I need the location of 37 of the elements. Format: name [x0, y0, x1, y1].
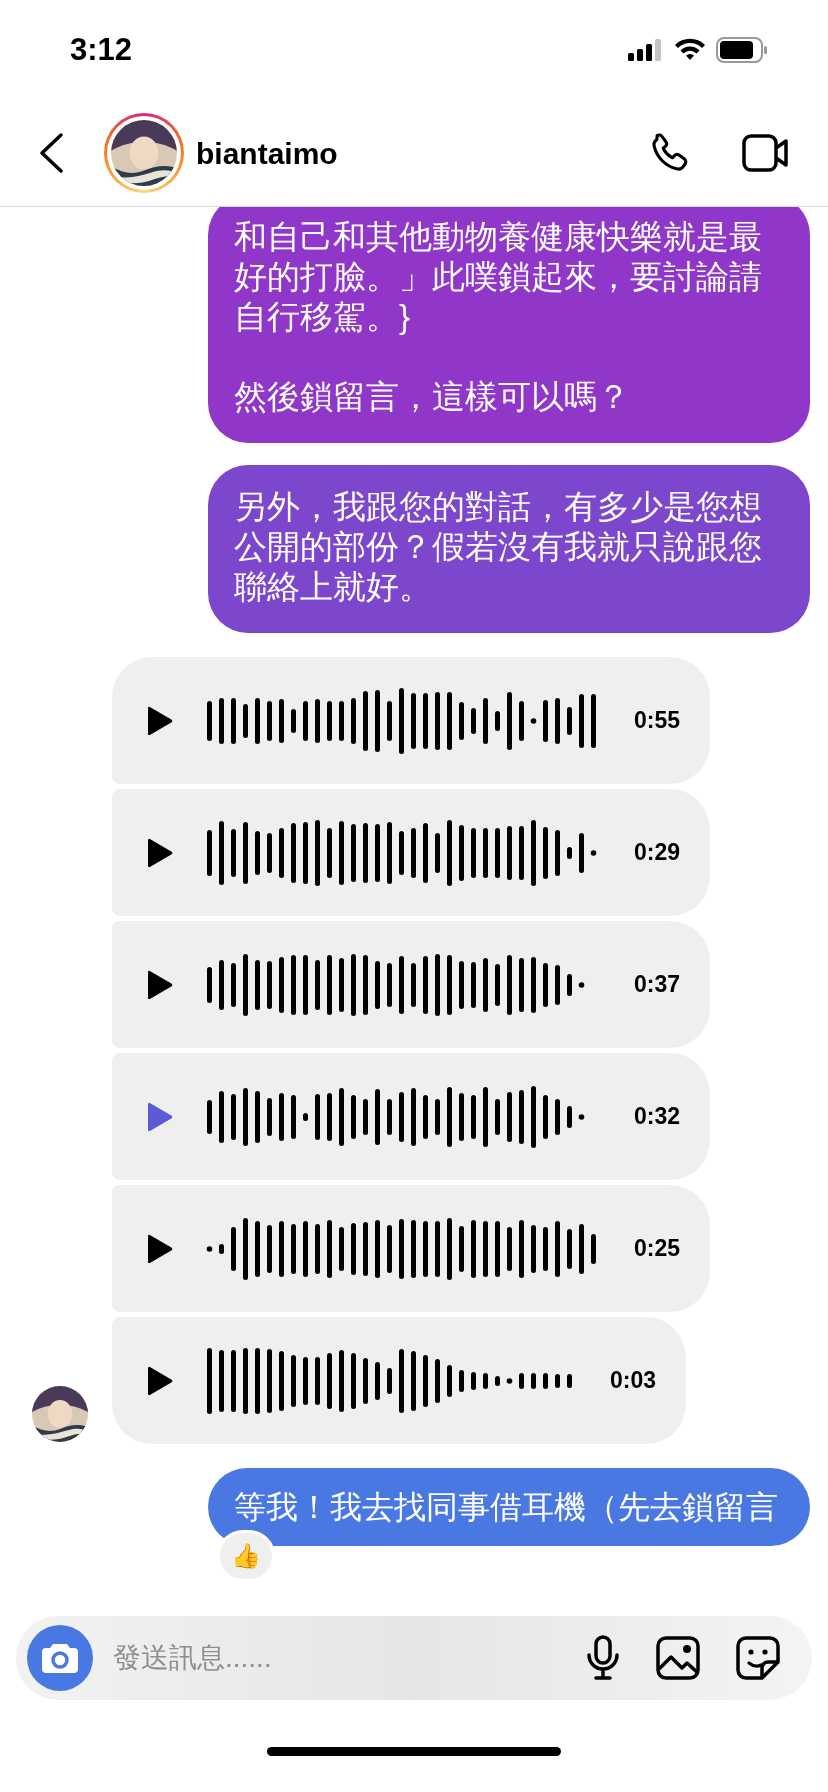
voice-duration: 0:37 [633, 970, 680, 1000]
voice-duration: 0:03 [609, 1366, 656, 1396]
message-text: 等我！我去找同事借耳機（先去鎖留言 [234, 1488, 779, 1527]
voice-message[interactable]: 0:37 [112, 921, 710, 1048]
voice-message[interactable]: 0:32 [112, 1053, 710, 1180]
play-icon[interactable] [146, 968, 174, 1001]
status-time: 3:12 [70, 30, 133, 69]
voice-duration: 0:32 [633, 1102, 680, 1132]
play-icon[interactable] [146, 836, 174, 869]
microphone-icon[interactable] [586, 1635, 620, 1681]
play-icon[interactable] [146, 1364, 174, 1397]
voice-message[interactable]: 0:29 [112, 789, 710, 916]
wifi-icon [674, 38, 706, 62]
video-camera-icon[interactable] [742, 133, 790, 173]
reaction-badge: 👍 [217, 1530, 275, 1582]
message-input[interactable]: 發送訊息...... [113, 1637, 586, 1679]
message-text: 和自己和其他動物養健康快樂就是最好的打臉。」此噗鎖起來，要討論請自行移駕。} [234, 217, 763, 337]
signal-icon [628, 39, 664, 61]
message-composer[interactable]: 發送訊息...... [16, 1616, 812, 1700]
battery-icon [716, 37, 768, 63]
play-icon[interactable] [146, 1232, 174, 1265]
message-text: 另外，我跟您的對話，有多少是您想公開的部份？假若沒有我就只說跟您聯絡上就好。 [234, 487, 763, 607]
message-text: 然後鎖留言，這樣可以嗎？ [234, 377, 631, 417]
voice-message[interactable]: 0:55 [112, 657, 710, 784]
camera-icon [41, 1642, 79, 1674]
voice-message[interactable]: 0:25 [112, 1185, 710, 1312]
voice-duration: 0:25 [633, 1234, 680, 1264]
voice-duration: 0:55 [633, 706, 680, 736]
back-icon[interactable] [38, 132, 64, 174]
username[interactable]: biantaimo [196, 130, 338, 176]
sender-avatar[interactable] [32, 1386, 88, 1442]
image-icon[interactable] [656, 1636, 700, 1680]
camera-button[interactable] [27, 1625, 93, 1691]
voice-duration: 0:29 [633, 838, 680, 868]
sticker-icon[interactable] [736, 1636, 780, 1680]
play-icon[interactable] [146, 704, 174, 737]
voice-message[interactable]: 0:03 [112, 1317, 686, 1444]
